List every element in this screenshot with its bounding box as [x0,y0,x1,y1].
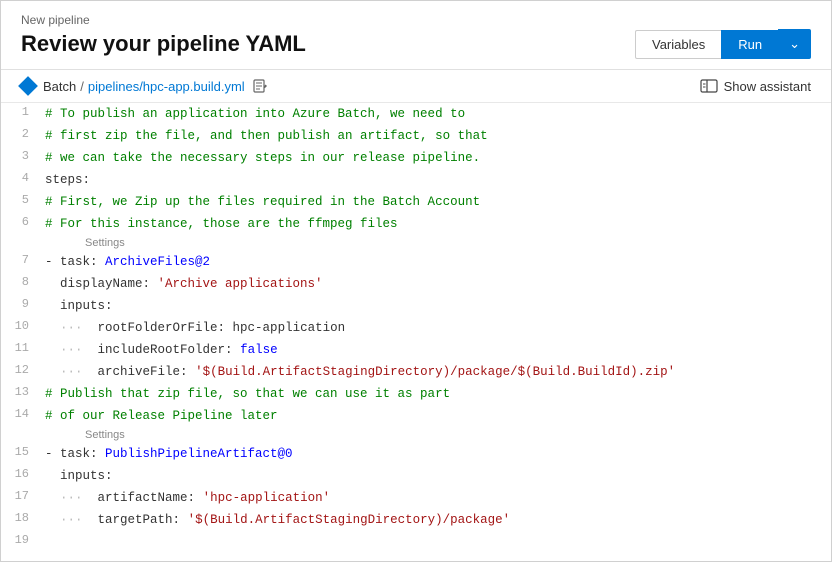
edit-icon[interactable] [253,78,269,94]
settings-label-2-row: Settings [1,427,831,443]
variables-button[interactable]: Variables [635,30,721,59]
code-line-1: 1 # To publish an application into Azure… [1,103,831,125]
code-editor[interactable]: 1 # To publish an application into Azure… [1,103,831,551]
code-line-14: 14 # of our Release Pipeline later [1,405,831,427]
header: New pipeline Review your pipeline YAML V… [1,1,831,70]
code-line-8: 8 displayName: 'Archive applications' [1,273,831,295]
header-actions: Variables Run ⌄ [635,29,811,59]
run-button[interactable]: Run [721,30,778,59]
code-line-2: 2 # first zip the file, and then publish… [1,125,831,147]
code-line-17: 17 ··· artifactName: 'hpc-application' [1,487,831,509]
breadcrumb-batch: Batch [43,79,76,94]
code-line-19: 19 [1,531,831,551]
page-title: Review your pipeline YAML [21,31,635,57]
code-line-11: 11 ··· includeRootFolder: false [1,339,831,361]
code-line-16: 16 inputs: [1,465,831,487]
breadcrumb-path[interactable]: pipelines/hpc-app.build.yml [88,79,245,94]
settings-label-1-row: Settings [1,235,831,251]
breadcrumb: Batch / pipelines/hpc-app.build.yml [21,78,269,94]
settings-label-2: Settings [37,427,125,443]
code-line-7: 7 - task: ArchiveFiles@2 [1,251,831,273]
code-line-6: 6 # For this instance, those are the ffm… [1,213,831,235]
chevron-down-icon: ⌄ [789,36,800,51]
code-line-9: 9 inputs: [1,295,831,317]
toolbar: Batch / pipelines/hpc-app.build.yml [1,70,831,103]
code-line-4: 4 steps: [1,169,831,191]
code-line-12: 12 ··· archiveFile: '$(Build.ArtifactSta… [1,361,831,383]
show-assistant-button[interactable]: Show assistant [700,79,811,94]
settings-label-1: Settings [37,235,125,251]
main-container: New pipeline Review your pipeline YAML V… [1,1,831,551]
code-line-10: 10 ··· rootFolderOrFile: hpc-application [1,317,831,339]
assistant-icon [700,79,718,93]
pipeline-icon [18,76,38,96]
new-pipeline-label: New pipeline [21,13,811,27]
code-line-13: 13 # Publish that zip file, so that we c… [1,383,831,405]
code-line-15: 15 - task: PublishPipelineArtifact@0 [1,443,831,465]
breadcrumb-separator: / [80,79,84,94]
run-dropdown-button[interactable]: ⌄ [778,29,811,59]
code-line-5: 5 # First, we Zip up the files required … [1,191,831,213]
code-line-18: 18 ··· targetPath: '$(Build.ArtifactStag… [1,509,831,531]
code-line-3: 3 # we can take the necessary steps in o… [1,147,831,169]
show-assistant-label: Show assistant [724,79,811,94]
